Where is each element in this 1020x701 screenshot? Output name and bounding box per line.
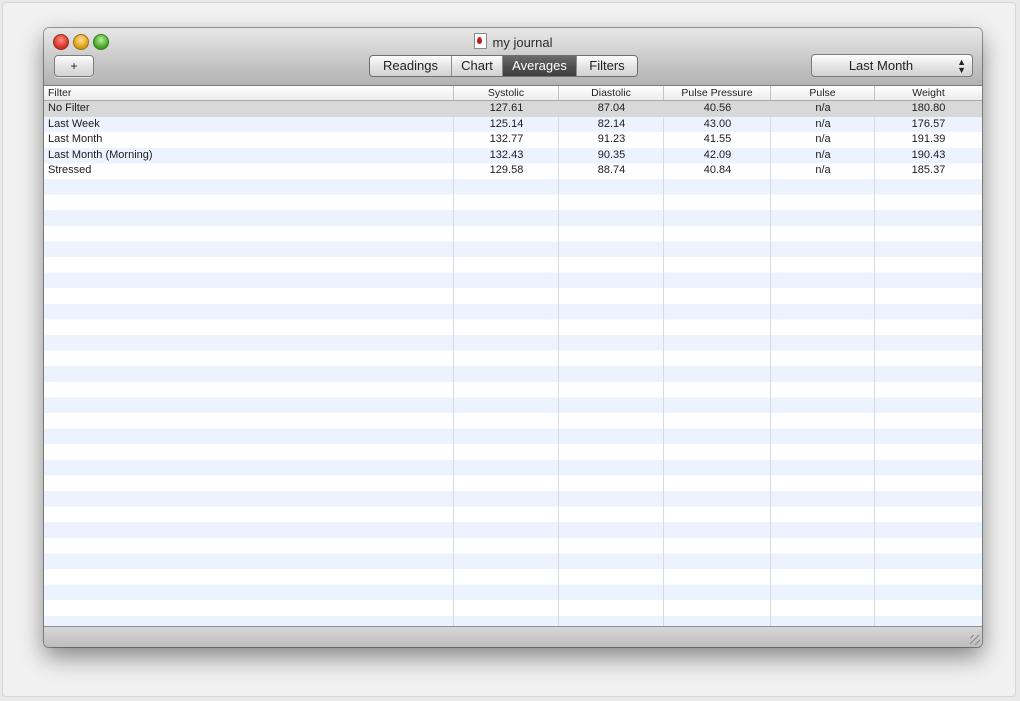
popup-arrows-icon: ▲ ▼	[957, 57, 966, 75]
screenshot-frame: my journal + Readings Chart Averages Fil…	[2, 2, 1016, 697]
add-button[interactable]: +	[54, 55, 94, 77]
cell-systolic: 127.61	[489, 102, 524, 114]
cell-diastolic: 90.35	[597, 148, 626, 161]
cell-pulse-pressure: 40.56	[703, 102, 732, 114]
averages-table[interactable]: No Filter 127.61 87.04 40.56 n/a 180.80 …	[44, 101, 982, 626]
window-title: my journal	[44, 33, 982, 50]
cell-weight: 176.57	[911, 117, 946, 130]
tab-readings[interactable]: Readings	[370, 56, 452, 76]
cell-weight: 190.43	[911, 148, 946, 161]
table-row[interactable]: No Filter 127.61 87.04 40.56 n/a 180.80	[44, 101, 982, 117]
cell-pulse: n/a	[815, 164, 831, 177]
cell-filter: Last Month (Morning)	[48, 148, 153, 161]
cell-systolic: 125.14	[489, 117, 524, 130]
column-divider	[770, 101, 771, 626]
cell-pulse-pressure: 43.00	[703, 117, 732, 130]
tab-filters[interactable]: Filters	[577, 56, 637, 76]
cell-pulse: n/a	[815, 117, 831, 130]
cell-weight: 185.37	[911, 164, 946, 177]
period-select-value: Last Month	[848, 58, 914, 73]
column-divider	[453, 101, 454, 626]
cell-pulse: n/a	[815, 148, 831, 161]
table-header: Filter Systolic Diastolic Pulse Pressure…	[44, 86, 982, 101]
cell-pulse: n/a	[815, 133, 831, 146]
bottom-bar	[44, 626, 982, 647]
cell-filter: Last Month	[48, 133, 103, 146]
cell-pulse-pressure: 41.55	[703, 133, 732, 146]
column-header-systolic[interactable]: Systolic	[454, 86, 559, 100]
table-row[interactable]: Last Month (Morning) 132.43 90.35 42.09 …	[44, 148, 982, 164]
cell-filter: Last Week	[48, 117, 100, 130]
window-title-text: my journal	[492, 35, 553, 50]
column-header-diastolic[interactable]: Diastolic	[559, 86, 664, 100]
app-window: my journal + Readings Chart Averages Fil…	[44, 28, 982, 647]
cell-pulse-pressure: 40.84	[703, 164, 732, 177]
cell-weight: 180.80	[911, 102, 946, 114]
cell-diastolic: 87.04	[597, 102, 626, 114]
cell-systolic: 132.43	[489, 148, 524, 161]
view-segmented-control: Readings Chart Averages Filters	[369, 55, 638, 77]
cell-pulse-pressure: 42.09	[703, 148, 732, 161]
tab-averages[interactable]: Averages	[503, 56, 577, 76]
resize-grip-icon[interactable]	[970, 635, 980, 645]
column-divider	[663, 101, 664, 626]
table-row[interactable]: Last Week 125.14 82.14 43.00 n/a 176.57	[44, 117, 982, 133]
cell-diastolic: 91.23	[597, 133, 626, 146]
tab-chart[interactable]: Chart	[452, 56, 503, 76]
period-select[interactable]: Last Month ▲ ▼	[811, 54, 973, 77]
table-row[interactable]: Last Month 132.77 91.23 41.55 n/a 191.39	[44, 132, 982, 148]
table-row[interactable]: Stressed 129.58 88.74 40.84 n/a 185.37	[44, 163, 982, 179]
cell-diastolic: 82.14	[597, 117, 626, 130]
cell-diastolic: 88.74	[597, 164, 626, 177]
column-header-pulse[interactable]: Pulse	[771, 86, 875, 100]
document-proxy-icon[interactable]	[473, 33, 487, 49]
cell-filter: Stressed	[48, 164, 92, 177]
title-toolbar: my journal + Readings Chart Averages Fil…	[44, 28, 982, 86]
column-divider	[558, 101, 559, 626]
cell-systolic: 129.58	[489, 164, 524, 177]
column-header-pulse-pressure[interactable]: Pulse Pressure	[664, 86, 771, 100]
cell-weight: 191.39	[911, 133, 946, 146]
column-header-weight[interactable]: Weight	[875, 86, 982, 100]
column-header-filter[interactable]: Filter	[44, 86, 454, 100]
cell-pulse: n/a	[815, 102, 831, 114]
column-divider	[874, 101, 875, 626]
cell-systolic: 132.77	[489, 133, 524, 146]
cell-filter: No Filter	[48, 102, 90, 114]
